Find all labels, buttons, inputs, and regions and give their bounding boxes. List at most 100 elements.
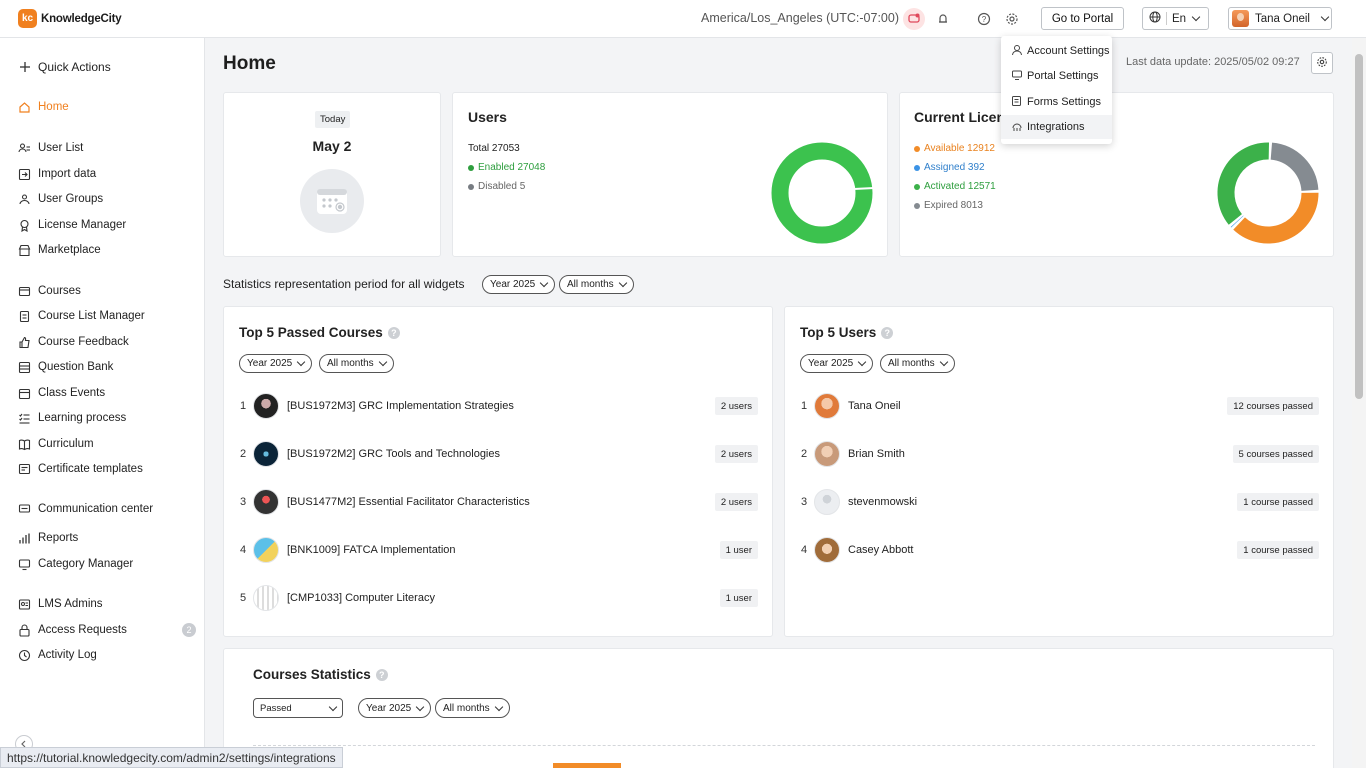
users-icon bbox=[18, 142, 31, 155]
last-update: Last data update: 2025/05/02 09:27 bbox=[1126, 56, 1300, 68]
course-thumbnail bbox=[253, 441, 279, 467]
chart-icon bbox=[18, 532, 31, 545]
help-icon[interactable]: ? bbox=[387, 327, 400, 340]
sidebar-item-communication-center[interactable]: Communication center bbox=[18, 500, 153, 518]
chevron-down-icon bbox=[378, 357, 387, 367]
help-icon[interactable]: ? bbox=[881, 327, 894, 340]
quick-actions[interactable]: Quick Actions bbox=[18, 58, 111, 76]
bank-icon bbox=[18, 361, 31, 374]
stats-months-select[interactable]: All months bbox=[435, 698, 510, 718]
course-name: [CMP1033] Computer Literacy bbox=[287, 592, 435, 604]
sidebar-item-import-data[interactable]: Import data bbox=[18, 165, 96, 183]
user-row[interactable]: 1 Tana Oneil 12 courses passed bbox=[801, 393, 1319, 419]
logo-mark: kc bbox=[18, 9, 37, 28]
course-row[interactable]: 4 [BNK1009] FATCA Implementation 1 user bbox=[240, 537, 758, 563]
monitor-icon bbox=[1011, 69, 1023, 84]
sidebar-item-class-events[interactable]: Class Events bbox=[18, 384, 105, 402]
sidebar-item-activity-log[interactable]: Activity Log bbox=[18, 646, 97, 664]
courses-statistics-card: Courses Statistics? Passed Year 2025 All… bbox=[223, 648, 1334, 768]
sidebar-item-label: Import data bbox=[38, 168, 97, 180]
menu-item-integrations[interactable]: Integrations bbox=[1001, 115, 1112, 139]
clock-icon bbox=[18, 649, 31, 662]
top-bar: kc KnowledgeCity America/Los_Angeles (UT… bbox=[0, 0, 1366, 38]
period-months-select[interactable]: All months bbox=[559, 275, 634, 294]
top-courses-title-text: Top 5 Passed Courses bbox=[239, 325, 383, 340]
sidebar-item-courses[interactable]: Courses bbox=[18, 282, 81, 300]
assigned-dot bbox=[914, 164, 920, 171]
courses-months-select[interactable]: All months bbox=[319, 354, 394, 373]
sidebar-item-certificate-templates[interactable]: Certificate templates bbox=[18, 460, 143, 478]
widget-settings-button[interactable] bbox=[1311, 52, 1333, 74]
user-menu[interactable]: Tana Oneil bbox=[1228, 7, 1332, 30]
language-select[interactable]: En bbox=[1142, 7, 1209, 30]
sidebar-item-curriculum[interactable]: Curriculum bbox=[18, 435, 94, 453]
licenses-donut-chart bbox=[1217, 142, 1319, 244]
top-courses-title: Top 5 Passed Courses? bbox=[239, 325, 400, 340]
users-year-select[interactable]: Year 2025 bbox=[800, 354, 874, 373]
sidebar-item-course-feedback[interactable]: Course Feedback bbox=[18, 333, 129, 351]
gear-icon bbox=[1316, 56, 1328, 71]
doc-icon bbox=[18, 310, 31, 323]
menu-item-forms-settings[interactable]: Forms Settings bbox=[1001, 90, 1112, 114]
help-icon[interactable]: ? bbox=[375, 669, 388, 682]
courses-year-value: Year 2025 bbox=[247, 358, 293, 369]
sidebar-item-question-bank[interactable]: Question Bank bbox=[18, 358, 113, 376]
count-badge: 2 users bbox=[714, 493, 758, 511]
sidebar-item-home[interactable]: Home bbox=[18, 98, 69, 116]
sidebar-item-category-manager[interactable]: Category Manager bbox=[18, 555, 133, 573]
rank-number: 4 bbox=[240, 544, 247, 556]
home-icon bbox=[18, 101, 31, 114]
sidebar-item-label: Class Events bbox=[38, 387, 106, 399]
count-badge: 12 courses passed bbox=[1227, 397, 1319, 415]
sidebar-item-lms-admins[interactable]: LMS Admins bbox=[18, 595, 103, 613]
logo-text: KnowledgeCity bbox=[41, 12, 122, 25]
count-badge: 1 user bbox=[719, 589, 758, 607]
menu-item-portal-settings[interactable]: Portal Settings bbox=[1001, 64, 1112, 88]
sidebar-item-access-requests[interactable]: Access Requests bbox=[18, 621, 127, 639]
chevron-down-icon bbox=[539, 278, 549, 288]
period-year-select[interactable]: Year 2025 bbox=[482, 275, 556, 294]
users-months-select[interactable]: All months bbox=[880, 354, 955, 373]
sidebar-item-label: User Groups bbox=[38, 193, 104, 205]
help-icon[interactable]: ? bbox=[973, 8, 995, 30]
announcement-icon[interactable] bbox=[903, 8, 925, 30]
status-select[interactable]: Passed bbox=[253, 698, 343, 718]
avatar bbox=[814, 393, 840, 419]
sidebar-item-course-list-manager[interactable]: Course List Manager bbox=[18, 307, 145, 325]
logo[interactable]: kc KnowledgeCity bbox=[18, 9, 122, 28]
sidebar-item-label: Reports bbox=[38, 532, 79, 544]
go-to-portal-button[interactable]: Go to Portal bbox=[1041, 7, 1124, 30]
sidebar-item-label: Courses bbox=[38, 285, 81, 297]
courses-year-select[interactable]: Year 2025 bbox=[239, 354, 313, 373]
user-row[interactable]: 3 stevenmowski 1 course passed bbox=[801, 489, 1319, 515]
sidebar-item-label: Learning process bbox=[38, 412, 127, 424]
timezone-label[interactable]: America/Los_Angeles (UTC:-07:00) bbox=[701, 11, 899, 25]
chevron-down-icon bbox=[618, 278, 627, 288]
users-enabled-arc bbox=[771, 142, 873, 244]
quick-actions-label: Quick Actions bbox=[38, 60, 111, 74]
sidebar-item-user-groups[interactable]: User Groups bbox=[18, 190, 103, 208]
assigned-label: Assigned 392 bbox=[924, 162, 985, 173]
user-row[interactable]: 2 Brian Smith 5 courses passed bbox=[801, 441, 1319, 467]
calendar-icon bbox=[18, 387, 31, 400]
user-row[interactable]: 4 Casey Abbott 1 course passed bbox=[801, 537, 1319, 563]
sidebar-item-reports[interactable]: Reports bbox=[18, 529, 78, 547]
chevron-down-icon bbox=[415, 702, 425, 711]
course-row[interactable]: 2 [BUS1972M2] GRC Tools and Technologies 2… bbox=[240, 441, 758, 467]
status-value: Passed bbox=[260, 702, 292, 714]
sidebar-item-marketplace[interactable]: Marketplace bbox=[18, 241, 101, 259]
sidebar-item-license-manager[interactable]: License Manager bbox=[18, 216, 126, 234]
sidebar-item-learning-process[interactable]: Learning process bbox=[18, 409, 126, 427]
sidebar-item-user-list[interactable]: User List bbox=[18, 139, 83, 157]
scrollbar-thumb[interactable] bbox=[1355, 54, 1363, 399]
count-badge: 1 user bbox=[719, 541, 758, 559]
course-row[interactable]: 1 [BUS1972M3] GRC Implementation Strategi… bbox=[240, 393, 758, 419]
course-row[interactable]: 3 [BUS1477M2] Essential Facilitator Chara… bbox=[240, 489, 758, 515]
course-row[interactable]: 5 [CMP1033] Computer Literacy 1 user bbox=[240, 585, 758, 611]
gear-icon[interactable] bbox=[1001, 8, 1023, 30]
menu-item-account-settings[interactable]: Account Settings bbox=[1001, 39, 1112, 63]
bell-icon[interactable] bbox=[932, 8, 954, 30]
stats-year-select[interactable]: Year 2025 bbox=[358, 698, 432, 718]
admin-icon bbox=[18, 598, 31, 611]
menu-item-label: Account Settings bbox=[1027, 45, 1110, 57]
